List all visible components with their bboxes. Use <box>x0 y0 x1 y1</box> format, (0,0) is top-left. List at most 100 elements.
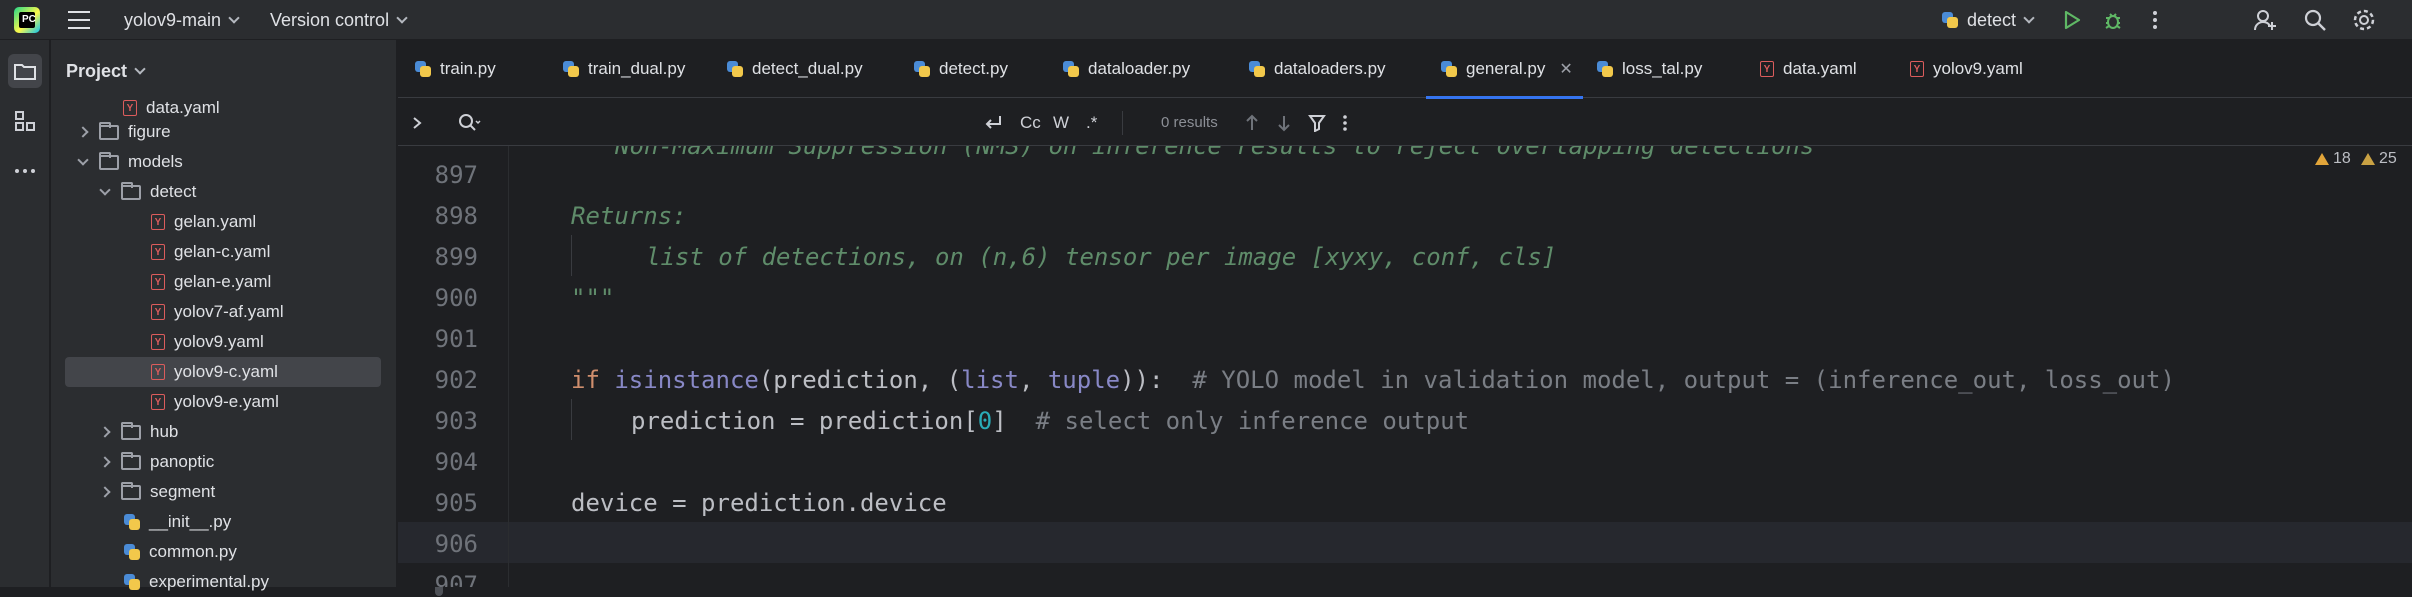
more-actions-button[interactable] <box>2143 8 2167 32</box>
tree-item-label: yolov7-af.yaml <box>174 302 284 321</box>
folder-icon <box>121 481 141 500</box>
python-file-icon <box>562 60 580 78</box>
weak-warnings-indicator[interactable]: 25 <box>2361 150 2397 168</box>
tree-item-detect[interactable]: detect <box>51 177 381 207</box>
debug-button[interactable] <box>2101 8 2125 32</box>
tree-item-yolov9-c-yaml[interactable]: Yyolov9-c.yaml <box>65 357 381 387</box>
project-switcher[interactable]: yolov9-main <box>124 0 240 40</box>
more-vertical-icon <box>2153 11 2157 29</box>
package-folder-icon <box>99 151 119 170</box>
filter-button[interactable] <box>1308 99 1326 146</box>
code-with-me-button[interactable] <box>2253 8 2277 32</box>
expand-replace-toggle[interactable] <box>412 99 422 146</box>
chevron-down-icon <box>228 11 240 24</box>
run-button[interactable] <box>2060 8 2084 32</box>
main-menu-icon[interactable] <box>68 11 90 29</box>
project-panel: Project Ydata.yaml figure models detect Ygel… <box>51 40 443 596</box>
tree-item-experimental-py[interactable]: experimental.py <box>51 567 381 597</box>
regex-button[interactable]: .* <box>1086 99 1097 146</box>
tab-dataloaders-py[interactable]: dataloaders.py <box>1248 40 1386 98</box>
arrow-down-icon <box>1278 115 1290 131</box>
tab-label: detect.py <box>939 59 1008 78</box>
line-number: 903 <box>434 407 478 435</box>
tab-train-py[interactable]: train.py <box>414 40 496 98</box>
tree-item-figure[interactable]: figure <box>51 117 381 147</box>
chevron-down-icon[interactable] <box>99 183 111 196</box>
find-bar: Cc W .* 0 results <box>398 99 2412 146</box>
tree-item-yolov9-e-yaml[interactable]: Yyolov9-e.yaml <box>51 387 381 417</box>
warnings-indicator[interactable]: 18 <box>2315 150 2351 168</box>
vcs-label: Version control <box>270 9 390 30</box>
tree-item-init-py[interactable]: __init__.py <box>51 507 381 537</box>
tab-general-py[interactable]: general.py ✕ <box>1426 40 1583 99</box>
tree-item-hub[interactable]: hub <box>51 417 381 447</box>
folder-icon <box>14 64 36 80</box>
tree-item-yolov9-yaml[interactable]: Yyolov9.yaml <box>51 327 381 357</box>
project-tool-button[interactable] <box>8 54 42 88</box>
tree-item-panoptic[interactable]: panoptic <box>51 447 381 477</box>
search-history-button[interactable] <box>458 99 482 146</box>
tab-data-yaml[interactable]: Ydata.yaml <box>1760 40 1857 98</box>
code-line-text: device = prediction.device <box>571 489 947 517</box>
pycharm-logo-icon[interactable]: PC <box>14 7 40 33</box>
weak-warnings-count: 25 <box>2379 150 2397 167</box>
line-number: 901 <box>434 325 478 353</box>
new-line-button[interactable] <box>983 99 1003 146</box>
vcs-widget[interactable]: Version control <box>270 0 408 40</box>
tree-item-gelan-yaml[interactable]: Ygelan.yaml <box>51 207 381 237</box>
close-icon[interactable]: ✕ <box>1559 59 1572 79</box>
next-occurrence-button[interactable] <box>1276 99 1292 146</box>
search-everywhere-button[interactable] <box>2303 8 2327 32</box>
yaml-file-icon: Y <box>123 100 137 116</box>
code-line: 902 if isinstance(prediction, (list, tupl… <box>398 358 2412 399</box>
play-icon <box>2064 10 2081 30</box>
settings-button[interactable] <box>2352 8 2376 32</box>
filter-icon <box>1308 114 1326 132</box>
find-options-button[interactable] <box>1342 99 1348 146</box>
python-file-icon <box>123 573 141 591</box>
run-config-selector[interactable]: detect <box>1941 0 2035 40</box>
tree-item-gelan-e-yaml[interactable]: Ygelan-e.yaml <box>51 267 381 297</box>
search-icon <box>459 113 481 131</box>
tree-item-label: gelan.yaml <box>174 212 257 231</box>
more-tools-button[interactable] <box>8 154 42 188</box>
tab-yolov9-yaml[interactable]: Yyolov9.yaml <box>1910 40 2023 98</box>
yaml-file-icon: Y <box>151 244 165 260</box>
code-editor[interactable]: Non-Maximum Suppression (NMS) on inferen… <box>398 146 2412 587</box>
line-number: 897 <box>434 161 478 189</box>
tree-item-yolov7-af-yaml[interactable]: Yyolov7-af.yaml <box>51 297 381 327</box>
yaml-file-icon: Y <box>151 364 165 380</box>
words-button[interactable]: W <box>1053 99 1069 146</box>
title-bar: PC yolov9-main Version control detect <box>0 0 2412 40</box>
match-case-button[interactable]: Cc <box>1020 99 1041 146</box>
tab-detect-py[interactable]: detect.py <box>913 40 1008 98</box>
code-line-text: list of detections, on (n,6) tensor per … <box>646 243 1557 271</box>
chevron-right-icon[interactable] <box>99 426 111 438</box>
structure-icon <box>15 111 35 131</box>
chevron-down-icon <box>2023 11 2035 24</box>
tool-window-bar <box>0 40 50 587</box>
tab-label: loss_tal.py <box>1622 59 1703 78</box>
find-input[interactable] <box>482 99 1362 146</box>
tree-item-label: models <box>128 152 183 171</box>
tree-item-label: panoptic <box>150 452 215 471</box>
tree-item-gelan-c-yaml[interactable]: Ygelan-c.yaml <box>51 237 381 267</box>
tree-item-label: hub <box>150 422 179 441</box>
tree-item-common-py[interactable]: common.py <box>51 537 381 567</box>
structure-tool-button[interactable] <box>8 104 42 138</box>
tab-loss-tal-py[interactable]: loss_tal.py <box>1596 40 1702 98</box>
tree-item-segment[interactable]: segment <box>51 477 381 507</box>
tree-item-models[interactable]: models <box>51 147 381 177</box>
gutter-divider <box>508 146 509 587</box>
tree-item-label: gelan-c.yaml <box>174 242 271 261</box>
tab-dataloader-py[interactable]: dataloader.py <box>1062 40 1190 98</box>
tab-detect-dual-py[interactable]: detect_dual.py <box>726 40 863 98</box>
chevron-right-icon[interactable] <box>99 486 111 498</box>
chevron-right-icon[interactable] <box>77 126 89 138</box>
previous-occurrence-button[interactable] <box>1244 99 1260 146</box>
chevron-right-icon[interactable] <box>99 456 111 468</box>
tree-item-label: gelan-e.yaml <box>174 272 272 291</box>
chevron-down-icon[interactable] <box>77 153 89 166</box>
yaml-file-icon: Y <box>151 274 165 290</box>
tab-train-dual-py[interactable]: train_dual.py <box>562 40 685 98</box>
